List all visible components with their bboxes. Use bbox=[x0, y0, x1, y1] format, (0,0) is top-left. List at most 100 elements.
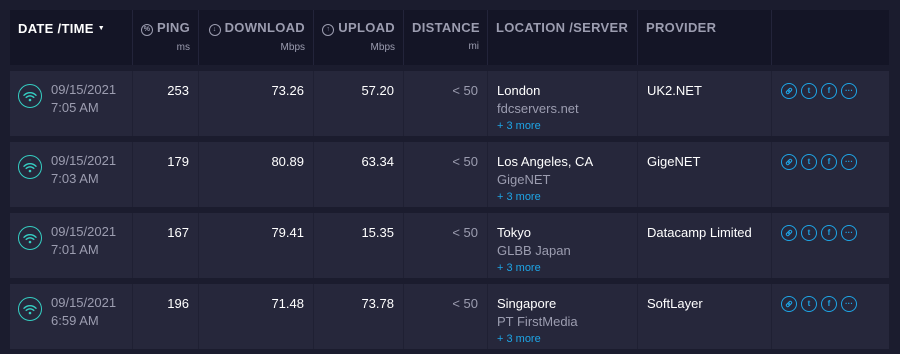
more-options-icon[interactable]: ··· bbox=[841, 154, 857, 170]
share-actions: t f ··· bbox=[772, 71, 889, 99]
actions-cell: t f ··· bbox=[772, 71, 889, 136]
provider-label: PROVIDER bbox=[646, 20, 717, 35]
date-time-cell: 09/15/2021 7:03 AM bbox=[10, 142, 133, 207]
ping-value: 196 bbox=[167, 296, 189, 311]
distance-value: < 50 bbox=[452, 225, 478, 240]
upload-value: 57.20 bbox=[361, 83, 394, 98]
column-header-date-time[interactable]: DATE /TIME ▼ bbox=[10, 10, 133, 65]
ping-cell: 253 bbox=[133, 71, 199, 136]
ping-value: 253 bbox=[167, 83, 189, 98]
table-row[interactable]: 09/15/2021 7:03 AM 179 80.89 63.34 < 50 Los An… bbox=[10, 142, 889, 207]
upload-label: UPLOAD bbox=[338, 20, 395, 35]
download-cell: 73.26 bbox=[199, 71, 314, 136]
table-header: DATE /TIME ▼ % PING ms ↓ DOWNLOAD Mbps ↑ UPL… bbox=[10, 10, 889, 65]
more-servers-link[interactable]: + 3 more bbox=[497, 118, 628, 134]
column-header-download[interactable]: ↓ DOWNLOAD Mbps bbox=[199, 10, 314, 65]
twitter-icon[interactable]: t bbox=[801, 83, 817, 99]
table-body: 09/15/2021 7:05 AM 253 73.26 57.20 < 50 London… bbox=[10, 65, 889, 349]
wifi-icon bbox=[18, 84, 42, 108]
results-table: DATE /TIME ▼ % PING ms ↓ DOWNLOAD Mbps ↑ UPL… bbox=[10, 10, 889, 349]
more-servers-link[interactable]: + 3 more bbox=[497, 189, 628, 205]
download-label: DOWNLOAD bbox=[224, 20, 305, 35]
location-cell: Singapore PT FirstMedia + 3 more bbox=[488, 284, 638, 349]
location-server: PT FirstMedia bbox=[497, 314, 578, 329]
column-header-provider[interactable]: PROVIDER bbox=[638, 10, 772, 65]
ping-unit: ms bbox=[176, 42, 190, 53]
more-options-icon[interactable]: ··· bbox=[841, 296, 857, 312]
upload-cell: 63.34 bbox=[314, 142, 404, 207]
column-header-location[interactable]: LOCATION /SERVER bbox=[488, 10, 638, 65]
table-row[interactable]: 09/15/2021 6:59 AM 196 71.48 73.78 < 50 Singap… bbox=[10, 284, 889, 349]
test-time: 7:05 AM bbox=[51, 100, 99, 115]
provider-cell: GigeNET bbox=[638, 142, 772, 207]
facebook-icon[interactable]: f bbox=[821, 154, 837, 170]
test-date: 09/15/2021 bbox=[51, 82, 117, 97]
ping-icon: % bbox=[141, 24, 154, 36]
download-cell: 79.41 bbox=[199, 213, 314, 278]
link-icon[interactable] bbox=[781, 154, 797, 170]
location-city: Tokyo bbox=[497, 225, 531, 240]
date-time-label: DATE /TIME bbox=[18, 21, 94, 36]
location-label: LOCATION /SERVER bbox=[496, 20, 629, 35]
link-icon[interactable] bbox=[781, 83, 797, 99]
test-time: 6:59 AM bbox=[51, 313, 99, 328]
location-cell: Los Angeles, CA GigeNET + 3 more bbox=[488, 142, 638, 207]
table-row[interactable]: 09/15/2021 7:05 AM 253 73.26 57.20 < 50 London… bbox=[10, 71, 889, 136]
date-time-cell: 09/15/2021 6:59 AM bbox=[10, 284, 133, 349]
twitter-icon[interactable]: t bbox=[801, 154, 817, 170]
link-icon[interactable] bbox=[781, 225, 797, 241]
ping-label: PING bbox=[157, 20, 190, 35]
download-value: 73.26 bbox=[271, 83, 304, 98]
share-actions: t f ··· bbox=[772, 213, 889, 241]
twitter-icon[interactable]: t bbox=[801, 225, 817, 241]
distance-cell: < 50 bbox=[404, 142, 488, 207]
sort-caret-icon: ▼ bbox=[97, 25, 105, 33]
ping-cell: 167 bbox=[133, 213, 199, 278]
distance-value: < 50 bbox=[452, 296, 478, 311]
more-servers-link[interactable]: + 3 more bbox=[497, 331, 628, 347]
location-server: fdcservers.net bbox=[497, 101, 579, 116]
distance-unit: mi bbox=[468, 41, 479, 52]
upload-value: 73.78 bbox=[361, 296, 394, 311]
test-time: 7:03 AM bbox=[51, 171, 99, 186]
more-servers-link[interactable]: + 3 more bbox=[497, 260, 628, 276]
test-date: 09/15/2021 bbox=[51, 224, 117, 239]
twitter-icon[interactable]: t bbox=[801, 296, 817, 312]
location-cell: Tokyo GLBB Japan + 3 more bbox=[488, 213, 638, 278]
column-header-upload[interactable]: ↑ UPLOAD Mbps bbox=[314, 10, 404, 65]
distance-cell: < 50 bbox=[404, 284, 488, 349]
provider-name: GigeNET bbox=[647, 154, 701, 169]
ping-value: 167 bbox=[167, 225, 189, 240]
upload-value: 63.34 bbox=[361, 154, 394, 169]
download-value: 71.48 bbox=[271, 296, 304, 311]
column-header-actions bbox=[772, 10, 889, 65]
provider-name: Datacamp Limited bbox=[647, 225, 752, 240]
distance-value: < 50 bbox=[452, 154, 478, 169]
table-row[interactable]: 09/15/2021 7:01 AM 167 79.41 15.35 < 50 Tokyo G… bbox=[10, 213, 889, 278]
facebook-icon[interactable]: f bbox=[821, 225, 837, 241]
wifi-icon bbox=[18, 297, 42, 321]
provider-cell: SoftLayer bbox=[638, 284, 772, 349]
upload-unit: Mbps bbox=[370, 42, 395, 53]
more-options-icon[interactable]: ··· bbox=[841, 225, 857, 241]
upload-arrow-icon: ↑ bbox=[322, 24, 335, 36]
test-date: 09/15/2021 bbox=[51, 295, 117, 310]
location-server: GLBB Japan bbox=[497, 243, 571, 258]
column-header-ping[interactable]: % PING ms bbox=[133, 10, 199, 65]
date-time-cell: 09/15/2021 7:01 AM bbox=[10, 213, 133, 278]
location-cell: London fdcservers.net + 3 more bbox=[488, 71, 638, 136]
location-city: Singapore bbox=[497, 296, 557, 311]
column-header-distance[interactable]: DISTANCE mi bbox=[404, 10, 488, 65]
more-options-icon[interactable]: ··· bbox=[841, 83, 857, 99]
upload-cell: 57.20 bbox=[314, 71, 404, 136]
distance-cell: < 50 bbox=[404, 213, 488, 278]
actions-cell: t f ··· bbox=[772, 213, 889, 278]
facebook-icon[interactable]: f bbox=[821, 83, 837, 99]
facebook-icon[interactable]: f bbox=[821, 296, 837, 312]
share-actions: t f ··· bbox=[772, 284, 889, 312]
download-value: 79.41 bbox=[271, 225, 304, 240]
location-city: London bbox=[497, 83, 541, 98]
link-icon[interactable] bbox=[781, 296, 797, 312]
provider-name: UK2.NET bbox=[647, 83, 702, 98]
distance-label: DISTANCE bbox=[412, 20, 480, 35]
